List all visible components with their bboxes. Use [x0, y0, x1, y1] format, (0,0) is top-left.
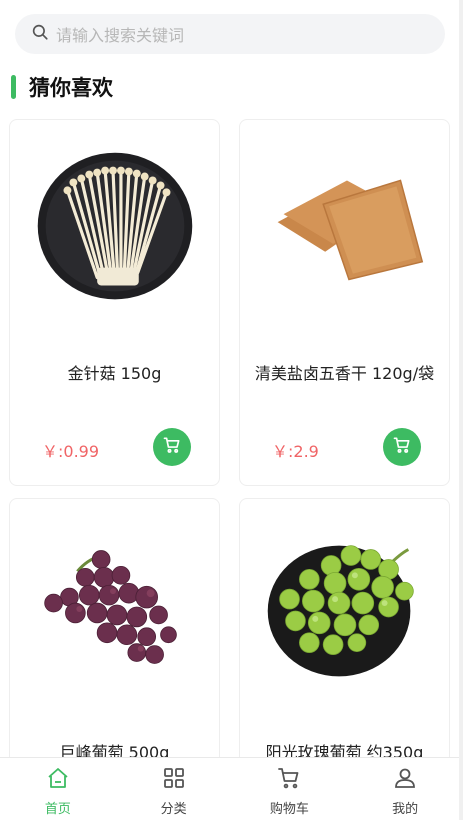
search-bar[interactable]: 请输入搜索关键词: [15, 14, 445, 54]
product-card[interactable]: 巨峰葡萄 500g: [9, 498, 220, 798]
product-name: 金针菇 150g: [67, 364, 162, 383]
cart-icon: [162, 435, 182, 459]
scroll-edge: [459, 0, 463, 820]
section-accent-bar: [11, 75, 16, 99]
cart-icon: [277, 766, 301, 794]
page: 请输入搜索关键词 猜你喜欢 金针菇 150g ￥:0.99 清美盐卤五香干 12…: [0, 0, 463, 820]
add-to-cart-button[interactable]: [153, 428, 191, 466]
tab-label: 首页: [44, 802, 71, 817]
product-price: ￥:2.9: [272, 442, 319, 461]
tab-category[interactable]: 分类: [116, 758, 232, 820]
tab-label: 我的: [392, 802, 419, 817]
enoki-mushroom-image: [37, 152, 193, 300]
tab-label: 分类: [160, 802, 187, 817]
search-icon: [31, 23, 49, 45]
green-grapes-image: [267, 545, 414, 677]
search-input[interactable]: 请输入搜索关键词: [56, 22, 184, 46]
tab-profile[interactable]: 我的: [347, 758, 463, 820]
tab-cart[interactable]: 购物车: [232, 758, 348, 820]
section-title: 猜你喜欢: [29, 76, 113, 100]
tab-label: 购物车: [269, 802, 309, 817]
bottom-tab-bar: 首页 分类 购物车 我的: [0, 757, 463, 820]
red-grapes-image: [44, 550, 177, 664]
section-header: 猜你喜欢: [11, 73, 113, 101]
add-to-cart-button[interactable]: [383, 428, 421, 466]
product-name: 清美盐卤五香干 120g/袋: [254, 364, 435, 383]
home-icon: [46, 766, 70, 794]
product-card[interactable]: 阳光玫瑰葡萄 约350g: [239, 498, 450, 798]
product-card[interactable]: 清美盐卤五香干 120g/袋 ￥:2.9: [239, 119, 450, 486]
cart-icon: [392, 435, 412, 459]
user-icon: [393, 766, 417, 794]
product-price: ￥:0.99: [42, 442, 100, 461]
grid-icon: [162, 766, 186, 794]
tab-home[interactable]: 首页: [0, 758, 116, 820]
dried-tofu-image: [277, 179, 424, 281]
product-card[interactable]: 金针菇 150g ￥:0.99: [9, 119, 220, 486]
